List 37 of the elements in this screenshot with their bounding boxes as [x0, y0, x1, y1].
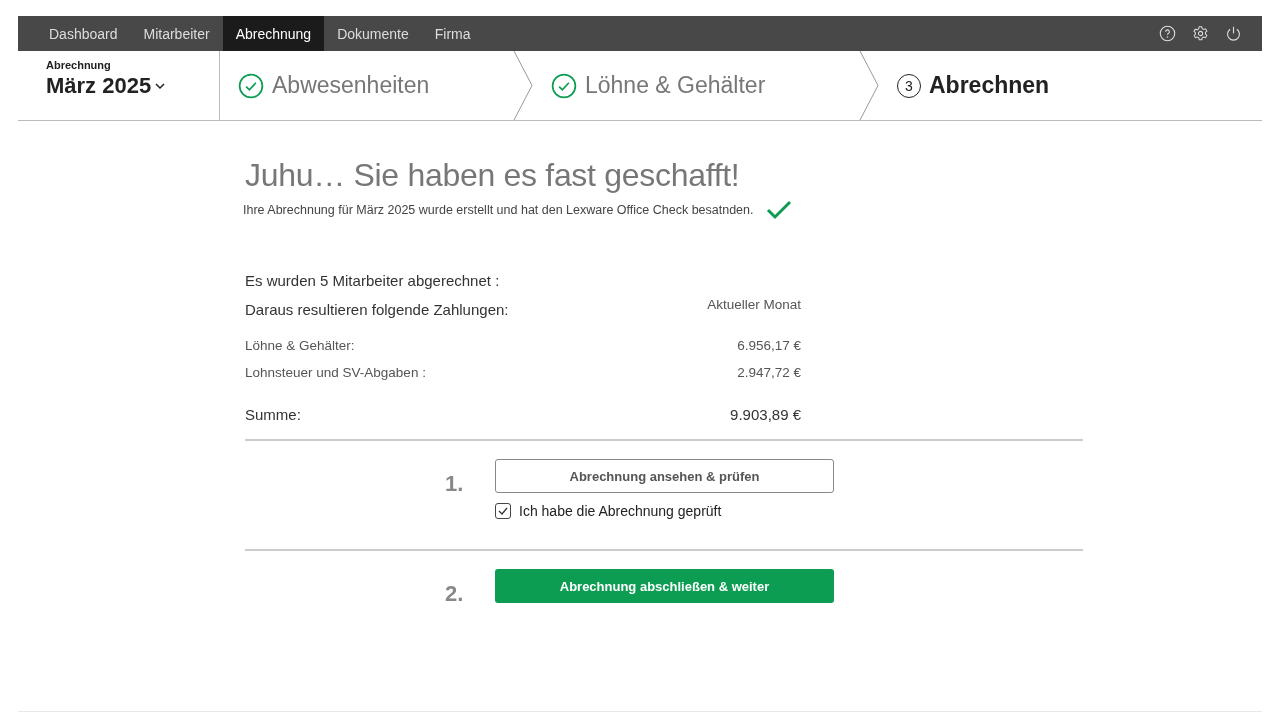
checkbox-label[interactable]: Ich habe die Abrechnung geprüft: [519, 503, 722, 519]
payments-label: Daraus resultieren folgende Zahlungen:: [245, 301, 509, 318]
column-header: Aktueller Monat: [707, 297, 801, 314]
chevron-down-icon[interactable]: [155, 82, 166, 90]
wizard-step[interactable]: Löhne & Gehälter: [533, 51, 859, 120]
help-icon[interactable]: [1159, 25, 1176, 42]
wizard-step[interactable]: 3 Abrechnen: [879, 51, 1050, 120]
checkbox[interactable]: [495, 503, 511, 519]
check-circle-icon: [238, 72, 264, 99]
action-button[interactable]: Abrechnung abschließen & weiter: [495, 569, 834, 603]
payment-amount: 6.956,17 €: [737, 338, 801, 353]
payment-label: Löhne & Gehälter:: [245, 338, 355, 353]
checkmark-icon: [765, 200, 792, 220]
nav-tab[interactable]: Abrechnung: [222, 16, 325, 51]
nav-tab[interactable]: Mitarbeiter: [130, 16, 223, 51]
wizard-step[interactable]: Abwesenheiten: [220, 51, 513, 120]
step-separator: [513, 51, 533, 120]
checkmark-icon: [498, 507, 508, 515]
subtitle: Ihre Abrechnung für März 2025 wurde erstellt und hat den Lexware Office Check besatnden.: [243, 203, 754, 217]
settings-icon[interactable]: [1192, 25, 1209, 42]
step-number: 1.: [445, 471, 465, 498]
power-icon[interactable]: [1225, 25, 1242, 42]
total-label: Summe:: [245, 406, 301, 423]
period-label: Abrechnung: [46, 59, 112, 71]
payment-label: Lohnsteuer und SV-Abgaben :: [245, 365, 426, 380]
check-circle-icon: [551, 72, 577, 99]
employee-count-text: Es wurden 5 Mitarbeiter abgerechnet :: [245, 272, 501, 289]
period-value[interactable]: März 2025: [46, 73, 152, 99]
heading: Juhu… Sie haben es fast geschafft!: [245, 157, 741, 194]
payment-amount: 2.947,72 €: [737, 365, 801, 380]
action-button[interactable]: Abrechnung ansehen & prüfen: [495, 459, 834, 493]
step-separator: [859, 51, 879, 120]
total-amount: 9.903,89 €: [730, 406, 801, 423]
step-number: 2.: [445, 581, 465, 607]
nav-tab[interactable]: Dokumente: [324, 16, 422, 51]
nav-tab[interactable]: Dashboard: [36, 16, 131, 51]
nav-tab[interactable]: Firma: [421, 16, 484, 51]
